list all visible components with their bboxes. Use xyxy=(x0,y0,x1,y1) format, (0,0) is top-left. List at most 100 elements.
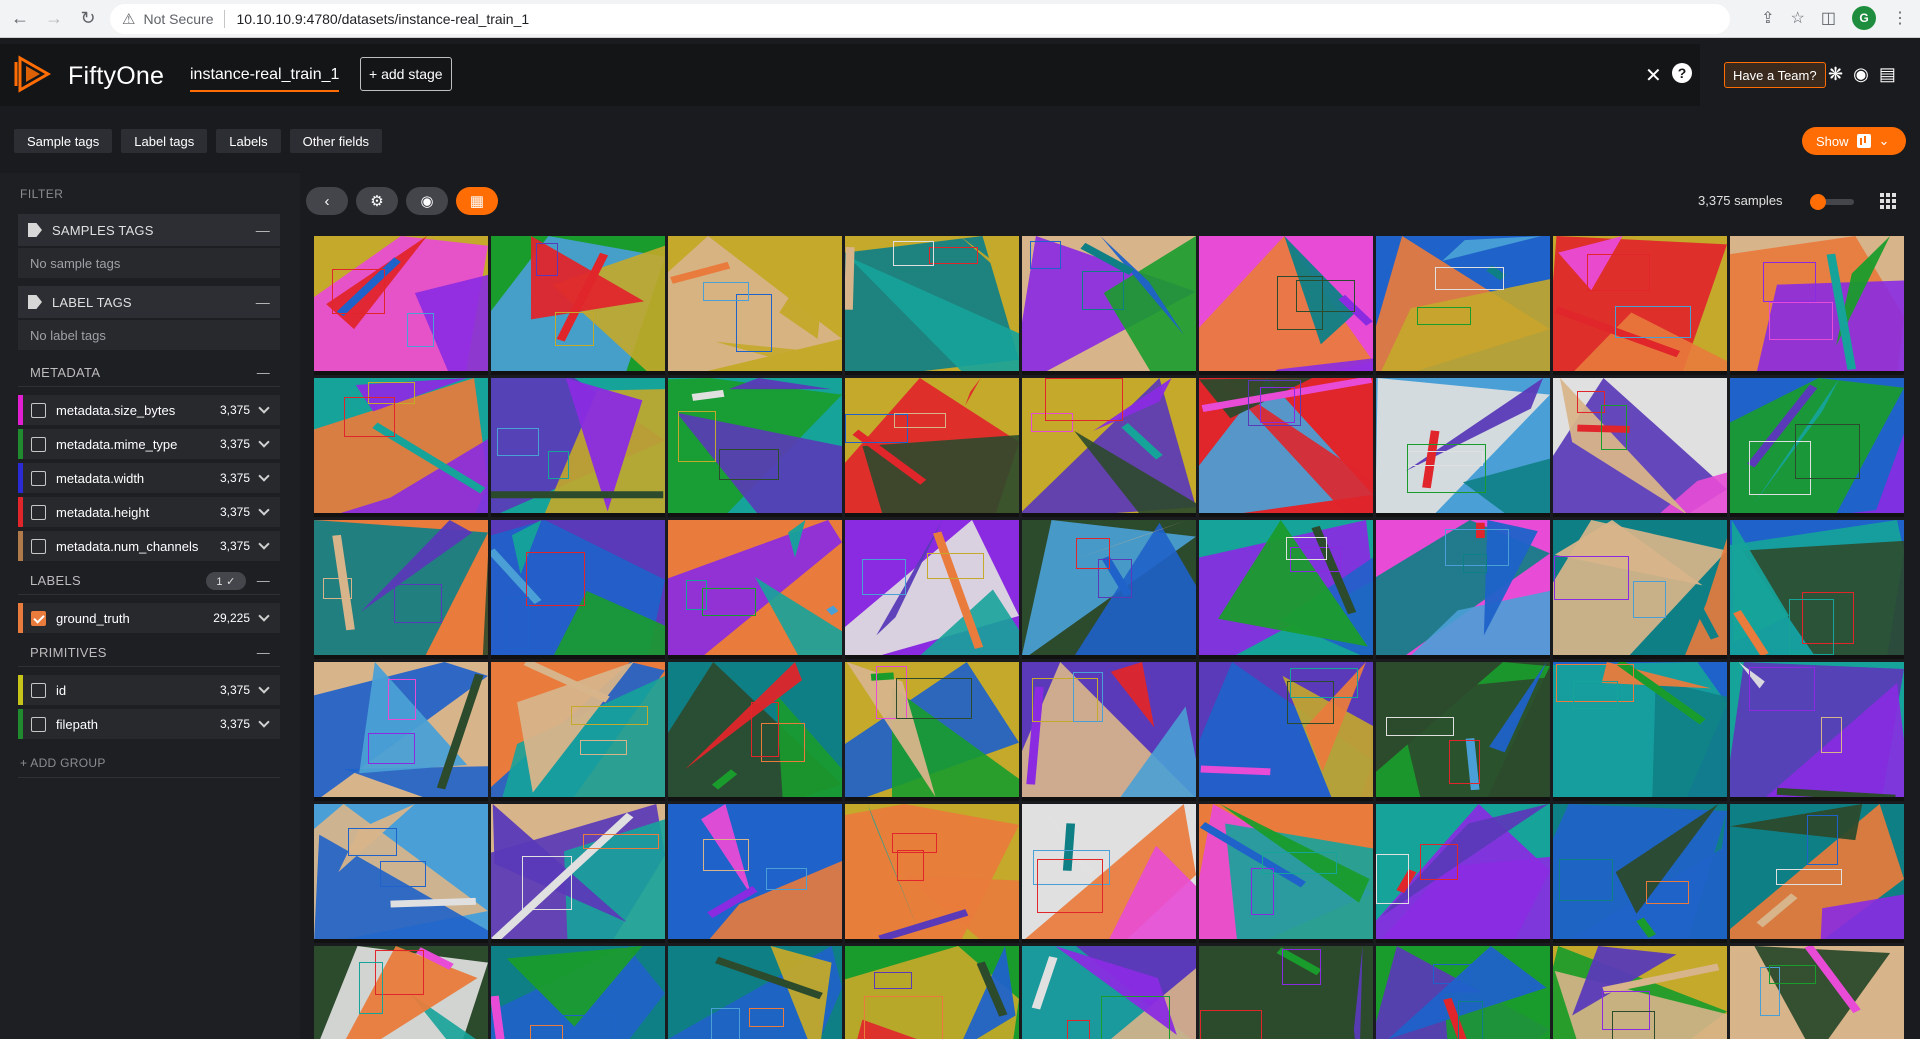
address-bar[interactable]: ⚠ Not Secure 10.10.10.9:4780/datasets/in… xyxy=(110,4,1730,34)
tab-other-fields[interactable]: Other fields xyxy=(289,129,383,153)
sample-thumbnail[interactable] xyxy=(1199,236,1373,375)
sample-thumbnail[interactable] xyxy=(1199,946,1373,1039)
sample-thumbnail[interactable] xyxy=(1022,662,1196,801)
collapse-icon[interactable]: — xyxy=(257,365,270,380)
sample-thumbnail[interactable] xyxy=(1730,804,1904,943)
tag-icon[interactable]: ◉ xyxy=(406,187,448,215)
sample-thumbnail[interactable] xyxy=(1553,662,1727,801)
sample-thumbnail[interactable] xyxy=(668,804,842,943)
chevron-down-icon[interactable] xyxy=(258,470,270,482)
sample-thumbnail[interactable] xyxy=(1553,378,1727,517)
samples-tags-section[interactable]: SAMPLES TAGS — xyxy=(18,214,280,246)
field-row-metadata-num-channels[interactable]: metadata.num_channels 3,375 xyxy=(18,531,280,561)
chevron-down-icon[interactable] xyxy=(258,402,270,414)
patches-icon[interactable]: ▦ xyxy=(456,187,498,215)
sample-thumbnail[interactable] xyxy=(1022,804,1196,943)
field-checkbox[interactable] xyxy=(31,504,46,520)
sample-thumbnail[interactable] xyxy=(668,946,842,1039)
add-group-link[interactable]: + ADD GROUP xyxy=(20,756,106,770)
primitives-group-header[interactable]: PRIMITIVES — xyxy=(18,639,280,667)
sample-thumbnail[interactable] xyxy=(1553,520,1727,659)
sample-thumbnail[interactable] xyxy=(491,236,665,375)
sample-thumbnail[interactable] xyxy=(1022,946,1196,1039)
sample-thumbnail[interactable] xyxy=(1199,520,1373,659)
field-checkbox[interactable] xyxy=(31,538,46,554)
sample-thumbnail[interactable] xyxy=(1376,520,1550,659)
reload-icon[interactable]: ↻ xyxy=(74,5,102,33)
collapse-icon[interactable]: — xyxy=(256,222,270,238)
metadata-group-header[interactable]: METADATA — xyxy=(18,359,280,387)
sample-thumbnail[interactable] xyxy=(1022,378,1196,517)
field-row-metadata-height[interactable]: metadata.height 3,375 xyxy=(18,497,280,527)
sample-thumbnail[interactable] xyxy=(491,804,665,943)
settings-gear-icon[interactable]: ⚙ xyxy=(356,187,398,215)
docs-book-icon[interactable]: ▤ xyxy=(1879,64,1896,85)
chevron-down-icon[interactable] xyxy=(258,610,270,622)
label-tags-section[interactable]: LABEL TAGS — xyxy=(18,286,280,318)
chevron-down-icon[interactable] xyxy=(258,716,270,728)
sample-thumbnail[interactable] xyxy=(668,236,842,375)
field-row-metadata-mime-type[interactable]: metadata.mime_type 3,375 xyxy=(18,429,280,459)
field-row-metadata-size-bytes[interactable]: metadata.size_bytes 3,375 xyxy=(18,395,280,425)
bookmark-star-icon[interactable]: ☆ xyxy=(1791,8,1805,28)
share-icon[interactable]: ⇪ xyxy=(1761,8,1774,28)
collapse-icon[interactable]: — xyxy=(256,294,270,310)
field-checkbox[interactable] xyxy=(31,436,46,452)
sample-thumbnail[interactable] xyxy=(845,662,1019,801)
have-a-team-button[interactable]: Have a Team? xyxy=(1724,62,1826,88)
collapse-icon[interactable]: — xyxy=(257,573,270,588)
profile-avatar[interactable]: G xyxy=(1852,6,1876,30)
field-row-metadata-width[interactable]: metadata.width 3,375 xyxy=(18,463,280,493)
sample-thumbnail[interactable] xyxy=(845,804,1019,943)
field-checkbox[interactable] xyxy=(31,716,46,732)
sample-thumbnail[interactable] xyxy=(491,378,665,517)
sample-thumbnail[interactable] xyxy=(1199,662,1373,801)
sample-thumbnail[interactable] xyxy=(314,946,488,1039)
field-row-filepath[interactable]: filepath 3,375 xyxy=(18,709,280,739)
sample-thumbnail[interactable] xyxy=(1376,662,1550,801)
sample-thumbnail[interactable] xyxy=(1730,946,1904,1039)
show-button[interactable]: Show ⌄ xyxy=(1802,127,1906,155)
field-row-ground-truth[interactable]: ground_truth 29,225 xyxy=(18,603,280,633)
chevron-down-icon[interactable] xyxy=(258,682,270,694)
field-row-id[interactable]: id 3,375 xyxy=(18,675,280,705)
tab-labels[interactable]: Labels xyxy=(216,129,281,153)
sample-thumbnail[interactable] xyxy=(314,662,488,801)
sample-thumbnail[interactable] xyxy=(1730,520,1904,659)
sample-thumbnail[interactable] xyxy=(1376,236,1550,375)
sample-thumbnail[interactable] xyxy=(1376,946,1550,1039)
zoom-slider-knob[interactable] xyxy=(1810,194,1826,210)
sample-thumbnail[interactable] xyxy=(314,520,488,659)
add-stage-button[interactable]: + add stage xyxy=(360,57,452,91)
field-checkbox[interactable] xyxy=(31,402,46,418)
sample-thumbnail[interactable] xyxy=(845,236,1019,375)
sample-thumbnail[interactable] xyxy=(491,662,665,801)
sample-thumbnail[interactable] xyxy=(1553,236,1727,375)
sample-thumbnail[interactable] xyxy=(1022,520,1196,659)
sample-thumbnail[interactable] xyxy=(1376,378,1550,517)
sample-thumbnail[interactable] xyxy=(845,378,1019,517)
sample-thumbnail[interactable] xyxy=(491,946,665,1039)
back-chevron-icon[interactable]: ‹ xyxy=(306,187,348,215)
browser-menu-icon[interactable]: ⋮ xyxy=(1892,8,1908,28)
chevron-down-icon[interactable] xyxy=(258,436,270,448)
fiftyone-logo-icon[interactable] xyxy=(14,54,54,94)
sample-thumbnail[interactable] xyxy=(314,378,488,517)
grid-layout-icon[interactable] xyxy=(1880,193,1896,209)
side-panel-icon[interactable]: ◫ xyxy=(1821,8,1836,28)
field-checkbox[interactable] xyxy=(31,610,46,626)
tab-label-tags[interactable]: Label tags xyxy=(121,129,208,153)
sample-thumbnail[interactable] xyxy=(1376,804,1550,943)
sample-thumbnail[interactable] xyxy=(668,662,842,801)
labels-group-header[interactable]: LABELS 1 ✓ — xyxy=(18,567,280,595)
field-checkbox[interactable] xyxy=(31,682,46,698)
zoom-slider[interactable] xyxy=(1810,194,1854,210)
field-checkbox[interactable] xyxy=(31,470,46,486)
sample-thumbnail[interactable] xyxy=(314,804,488,943)
sample-thumbnail[interactable] xyxy=(1730,378,1904,517)
help-icon[interactable]: ? xyxy=(1672,63,1692,83)
sample-thumbnail[interactable] xyxy=(1022,236,1196,375)
sample-thumbnail[interactable] xyxy=(1730,236,1904,375)
back-icon[interactable]: ← xyxy=(6,5,34,33)
sample-thumbnail[interactable] xyxy=(491,520,665,659)
